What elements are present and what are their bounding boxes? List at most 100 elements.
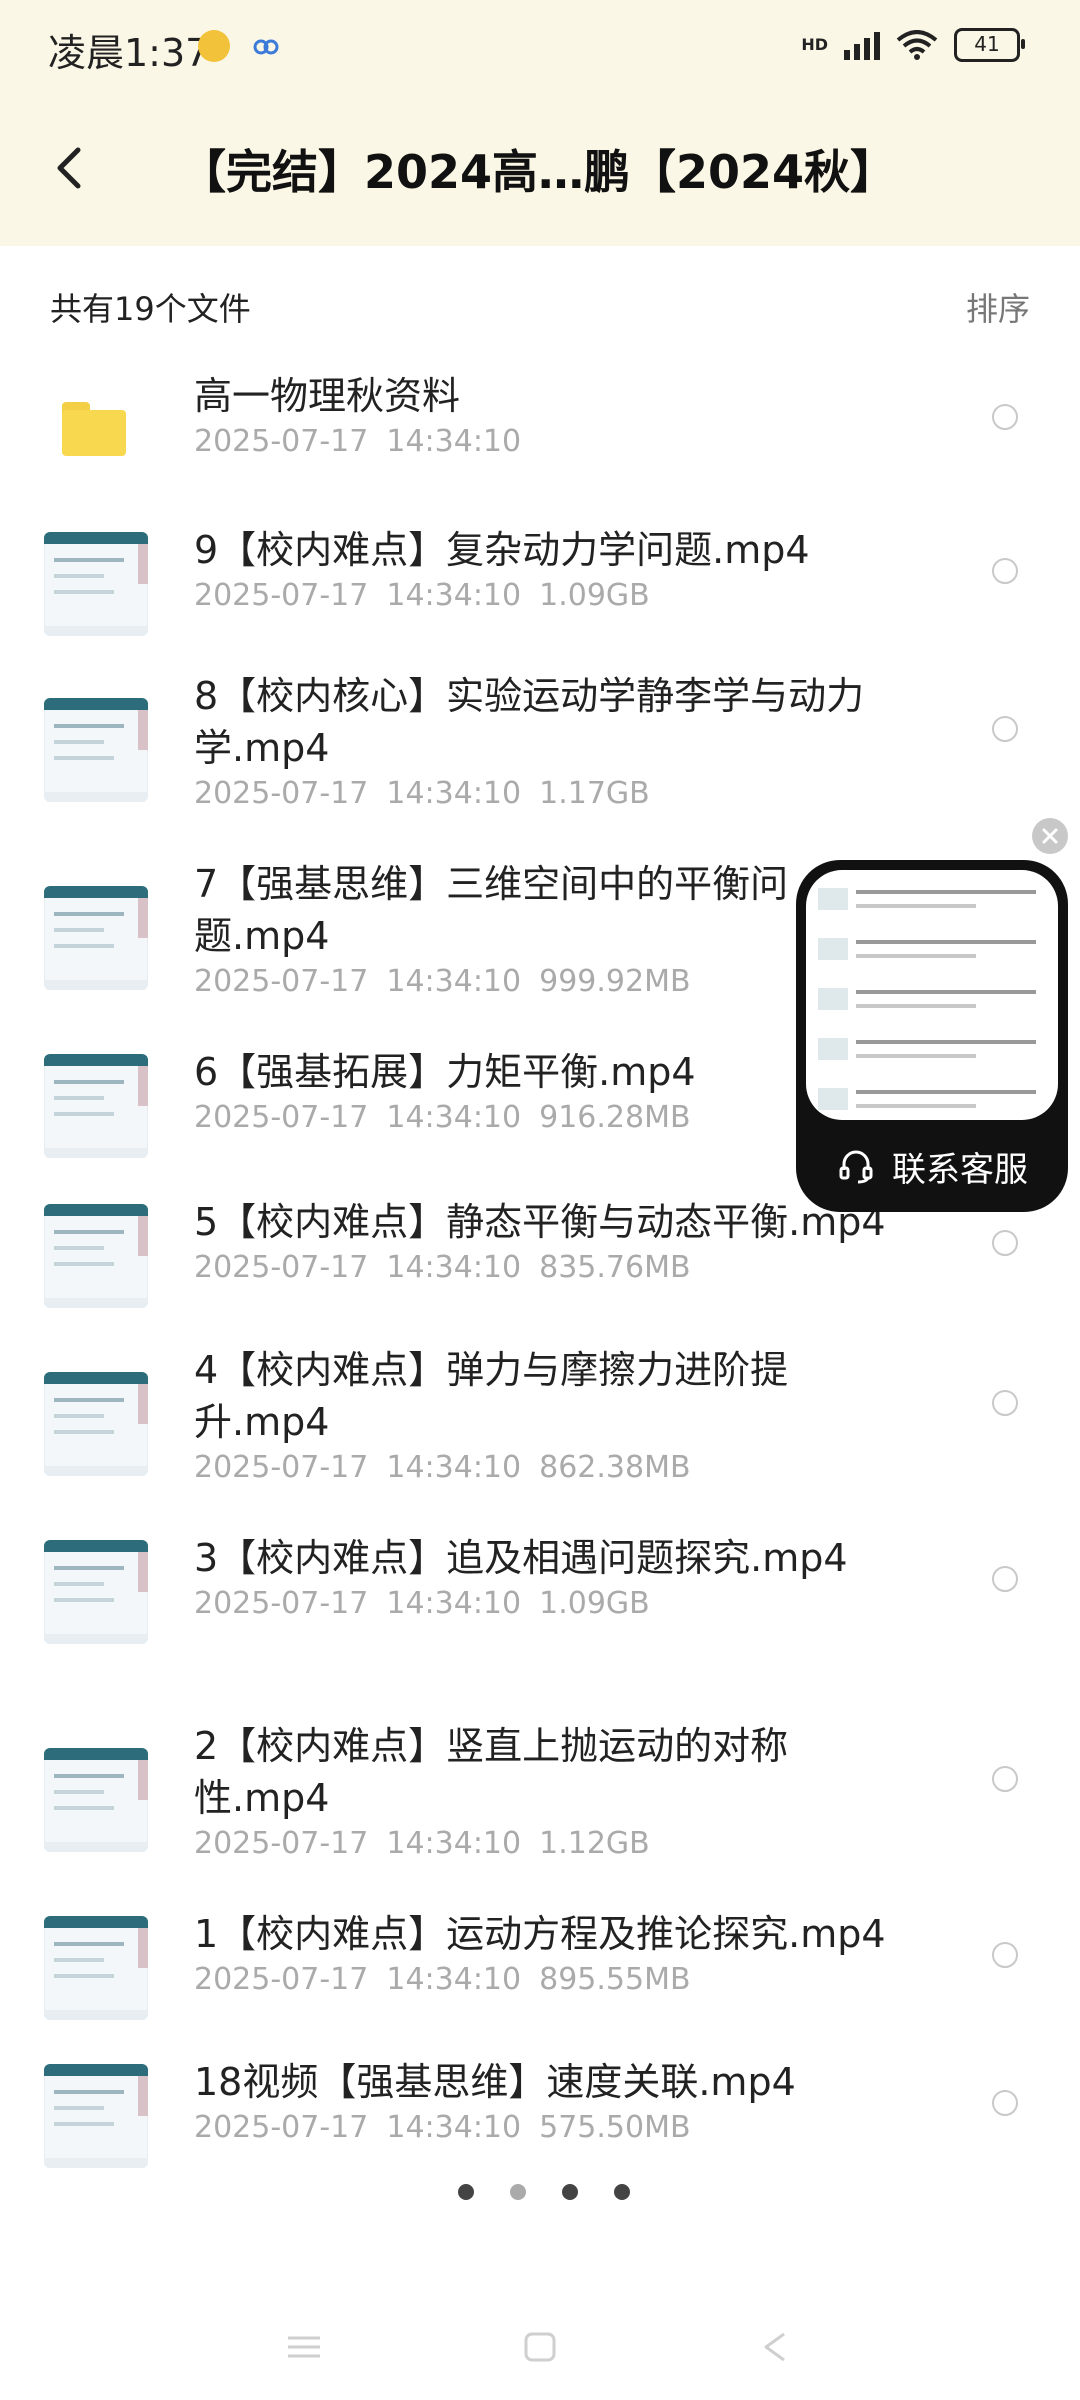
select-radio[interactable] <box>992 1230 1018 1256</box>
file-size: 835.76MB <box>539 1250 691 1285</box>
cloud-icon <box>253 39 279 55</box>
file-name-line: 1【校内难点】运动方程及推论探究.mp4 <box>194 1912 886 1956</box>
preview-row <box>818 1084 1048 1120</box>
select-radio[interactable] <box>992 716 1018 742</box>
preview-row <box>818 934 1048 980</box>
file-time: 14:34:10 <box>386 1450 522 1485</box>
file-name: 9【校内难点】复杂动力学问题.mp4 <box>194 524 894 576</box>
contact-support-button[interactable]: 联系客服 <box>796 1138 1068 1194</box>
file-row[interactable]: 18视频【强基思维】速度关联.mp4 2025-07-17 14:34:10 575.… <box>0 2046 1080 2186</box>
video-thumbnail <box>44 1204 148 1308</box>
preview-row <box>818 984 1048 1030</box>
file-time: 14:34:10 <box>386 578 522 613</box>
file-name-line: 升.mp4 <box>194 1400 330 1444</box>
select-radio[interactable] <box>992 404 1018 430</box>
file-meta: 2025-07-17 14:34:10 835.76MB <box>194 1250 709 1285</box>
file-time: 14:34:10 <box>386 1250 522 1285</box>
menu-icon[interactable] <box>284 2330 324 2364</box>
file-meta: 2025-07-17 14:34:10 <box>194 424 539 459</box>
video-thumbnail <box>44 1540 148 1644</box>
file-size: 1.12GB <box>539 1826 650 1861</box>
file-name-line: 2【校内难点】竖直上抛运动的对称 <box>194 1724 789 1768</box>
file-size: 1.09GB <box>539 1586 650 1621</box>
file-meta: 2025-07-17 14:34:10 1.09GB <box>194 578 668 613</box>
video-thumbnail <box>44 698 148 802</box>
folder-row[interactable]: 高一物理秋资料 2025-07-17 14:34:10 <box>0 360 1080 500</box>
file-size: 1.17GB <box>539 776 650 811</box>
file-meta: 2025-07-17 14:34:10 895.55MB <box>194 1962 709 1997</box>
page-dot[interactable] <box>614 2184 630 2200</box>
back-triangle-icon[interactable] <box>756 2330 796 2364</box>
video-thumbnail <box>44 1916 148 2020</box>
close-icon <box>1042 828 1058 844</box>
file-size: 1.09GB <box>539 578 650 613</box>
select-radio[interactable] <box>992 558 1018 584</box>
file-name-line: 18视频【强基思维】速度关联.mp4 <box>194 2060 796 2104</box>
preview-row <box>818 1034 1048 1080</box>
file-name-line: 性.mp4 <box>194 1776 330 1820</box>
file-row[interactable]: 9【校内难点】复杂动力学问题.mp4 2025-07-17 14:34:10 1.09… <box>0 514 1080 654</box>
contact-support-label: 联系客服 <box>892 1149 1028 1190</box>
back-button[interactable] <box>42 138 102 198</box>
select-radio[interactable] <box>992 2090 1018 2116</box>
file-meta: 2025-07-17 14:34:10 1.09GB <box>194 1586 668 1621</box>
file-row[interactable]: 1【校内难点】运动方程及推论探究.mp4 2025-07-17 14:34:10 89… <box>0 1898 1080 2038</box>
video-thumbnail <box>44 1054 148 1158</box>
file-date: 2025-07-17 <box>194 1962 369 1997</box>
file-date: 2025-07-17 <box>194 424 369 459</box>
file-name-line: 题.mp4 <box>194 914 330 958</box>
status-right: HD 41 <box>801 28 1025 62</box>
system-nav-bar <box>0 2320 1080 2380</box>
file-time: 14:34:10 <box>386 776 522 811</box>
home-square-icon[interactable] <box>520 2330 560 2364</box>
close-float-button[interactable] <box>1032 818 1068 854</box>
file-name-line: 8【校内核心】实验运动学静李学与动力 <box>194 674 865 718</box>
file-date: 2025-07-17 <box>194 964 369 999</box>
preview-row <box>818 884 1048 930</box>
select-radio[interactable] <box>992 1566 1018 1592</box>
file-name-line: 4【校内难点】弹力与摩擦力进阶提 <box>194 1348 789 1392</box>
page-indicator <box>458 2184 630 2200</box>
file-name: 7【强基思维】三维空间中的平衡问 题.mp4 <box>194 858 894 962</box>
file-row[interactable]: 2【校内难点】竖直上抛运动的对称 性.mp4 2025-07-17 14:34:10 1… <box>0 1710 1080 1890</box>
top-bar: 【完结】2024高…鹏【2024秋】 <box>0 100 1080 246</box>
file-time: 14:34:10 <box>386 1826 522 1861</box>
video-thumbnail <box>44 2064 148 2168</box>
customer-service-card[interactable]: 联系客服 <box>796 860 1068 1212</box>
file-meta: 2025-07-17 14:34:10 1.12GB <box>194 1826 668 1861</box>
sort-button[interactable]: 排序 <box>966 284 1030 330</box>
file-name-line: 学.mp4 <box>194 726 330 770</box>
chevron-left-icon <box>57 147 81 189</box>
video-thumbnail <box>44 886 148 990</box>
file-name-line: 9【校内难点】复杂动力学问题.mp4 <box>194 528 810 572</box>
file-row[interactable]: 3【校内难点】追及相遇问题探究.mp4 2025-07-17 14:34:10 1.0… <box>0 1522 1080 1662</box>
file-time: 14:34:10 <box>386 424 522 459</box>
page-dot[interactable] <box>510 2184 526 2200</box>
video-thumbnail <box>44 1748 148 1852</box>
wifi-icon <box>896 30 938 60</box>
file-time: 14:34:10 <box>386 1586 522 1621</box>
file-row[interactable]: 8【校内核心】实验运动学静李学与动力 学.mp4 2025-07-17 14:34:1… <box>0 660 1080 840</box>
file-name: 8【校内核心】实验运动学静李学与动力 学.mp4 <box>194 670 894 774</box>
file-name: 2【校内难点】竖直上抛运动的对称 性.mp4 <box>194 1720 894 1824</box>
select-radio[interactable] <box>992 1390 1018 1416</box>
float-preview <box>806 870 1058 1120</box>
file-name-line: 3【校内难点】追及相遇问题探究.mp4 <box>194 1536 848 1580</box>
file-meta: 2025-07-17 14:34:10 862.38MB <box>194 1450 709 1485</box>
file-time: 14:34:10 <box>386 964 522 999</box>
file-time: 14:34:10 <box>386 1962 522 1997</box>
file-date: 2025-07-17 <box>194 1826 369 1861</box>
select-radio[interactable] <box>992 1766 1018 1792</box>
file-name: 4【校内难点】弹力与摩擦力进阶提 升.mp4 <box>194 1344 894 1448</box>
file-count: 共有19个文件 <box>50 290 251 328</box>
file-time: 14:34:10 <box>386 2110 522 2145</box>
page-dot[interactable] <box>562 2184 578 2200</box>
video-thumbnail <box>44 532 148 636</box>
file-date: 2025-07-17 <box>194 1586 369 1621</box>
page-dot[interactable] <box>458 2184 474 2200</box>
file-row[interactable]: 4【校内难点】弹力与摩擦力进阶提 升.mp4 2025-07-17 14:34:10 8… <box>0 1334 1080 1514</box>
select-radio[interactable] <box>992 1942 1018 1968</box>
file-size: 916.28MB <box>539 1100 691 1135</box>
file-size: 999.92MB <box>539 964 691 999</box>
file-date: 2025-07-17 <box>194 1100 369 1135</box>
